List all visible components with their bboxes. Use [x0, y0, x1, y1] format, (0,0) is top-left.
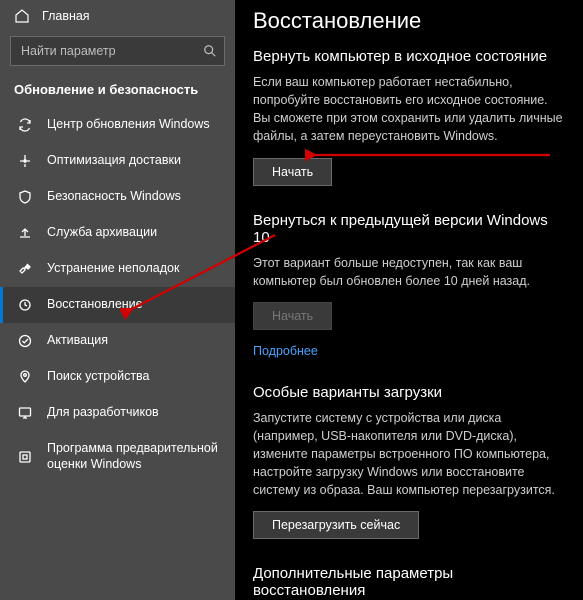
sidebar-item-label: Устранение неполадок [47, 261, 221, 277]
sidebar-item-delivery-optimization[interactable]: Оптимизация доставки [0, 143, 235, 179]
home-icon [14, 8, 30, 24]
sidebar-item-backup[interactable]: Служба архивации [0, 215, 235, 251]
sidebar-item-activation[interactable]: Активация [0, 323, 235, 359]
main-content: Восстановление Вернуть компьютер в исход… [235, 0, 583, 600]
insider-icon [17, 449, 33, 465]
reset-heading: Вернуть компьютер в исходное состояние [253, 48, 565, 65]
delivery-icon [17, 153, 33, 169]
goback-description: Этот вариант больше недоступен, так как … [253, 254, 565, 290]
restart-now-button[interactable]: Перезагрузить сейчас [253, 511, 419, 539]
home-label: Главная [42, 9, 90, 23]
settings-sidebar: Главная Обновление и безопасность Центр … [0, 0, 235, 600]
advanced-startup-description: Запустите систему с устройства или диска… [253, 409, 565, 500]
recovery-icon [17, 297, 33, 313]
goback-heading: Вернуться к предыдущей версии Windows 10 [253, 212, 565, 246]
sidebar-item-windows-security[interactable]: Безопасность Windows [0, 179, 235, 215]
category-title: Обновление и безопасность [0, 76, 235, 107]
backup-icon [17, 225, 33, 241]
sidebar-item-label: Активация [47, 333, 221, 349]
search-wrap [10, 36, 225, 66]
home-button[interactable]: Главная [0, 0, 235, 32]
sidebar-item-label: Оптимизация доставки [47, 153, 221, 169]
activation-icon [17, 333, 33, 349]
page-title: Восстановление [253, 8, 565, 34]
sidebar-item-label: Поиск устройства [47, 369, 221, 385]
sidebar-item-label: Служба архивации [47, 225, 221, 241]
reset-description: Если ваш компьютер работает нестабильно,… [253, 73, 565, 146]
shield-icon [17, 189, 33, 205]
sidebar-item-windows-insider[interactable]: Программа предварительной оценки Windows [0, 431, 235, 482]
sidebar-item-windows-update[interactable]: Центр обновления Windows [0, 107, 235, 143]
goback-start-button: Начать [253, 302, 332, 330]
sidebar-item-troubleshoot[interactable]: Устранение неполадок [0, 251, 235, 287]
advanced-startup-heading: Особые варианты загрузки [253, 384, 565, 401]
search-input[interactable] [10, 36, 225, 66]
sidebar-item-recovery[interactable]: Восстановление [0, 287, 235, 323]
sidebar-item-label: Восстановление [47, 297, 221, 313]
troubleshoot-icon [17, 261, 33, 277]
sidebar-item-label: Программа предварительной оценки Windows [47, 441, 221, 472]
sidebar-item-label: Для разработчиков [47, 405, 221, 421]
sidebar-nav: Центр обновления Windows Оптимизация дос… [0, 107, 235, 600]
sidebar-item-find-my-device[interactable]: Поиск устройства [0, 359, 235, 395]
search-icon [203, 44, 217, 58]
find-device-icon [17, 369, 33, 385]
reset-start-button[interactable]: Начать [253, 158, 332, 186]
sidebar-item-label: Безопасность Windows [47, 189, 221, 205]
sidebar-item-label: Центр обновления Windows [47, 117, 221, 133]
developer-icon [17, 405, 33, 421]
more-recovery-heading: Дополнительные параметры восстановления [253, 565, 565, 599]
sidebar-item-for-developers[interactable]: Для разработчиков [0, 395, 235, 431]
sync-icon [17, 117, 33, 133]
goback-learn-more-link[interactable]: Подробнее [253, 344, 318, 358]
